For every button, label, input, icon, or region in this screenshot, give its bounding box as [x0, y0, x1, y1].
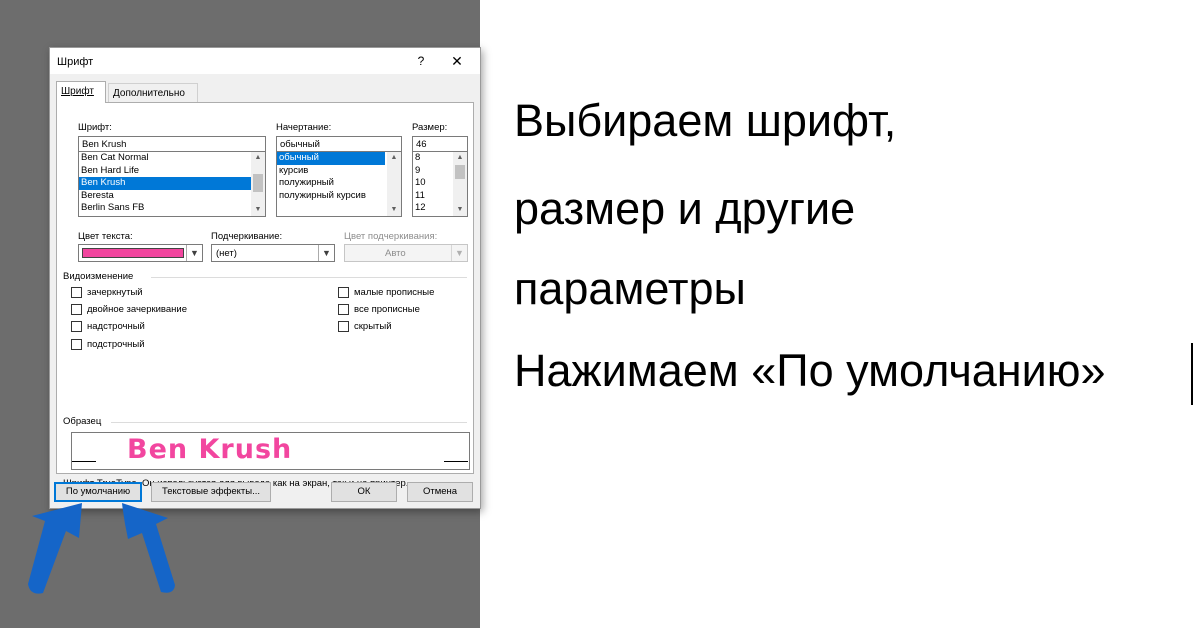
tab-font-label: Шрифт [61, 86, 94, 97]
up-arrow-icon [122, 503, 175, 593]
caption-line-2: размер и другие [514, 183, 856, 234]
caption-line-4: Нажимаем «По умолчанию» [514, 345, 1106, 396]
caption-line-3: параметры [514, 263, 746, 314]
text-cursor [1191, 343, 1193, 405]
tab-font[interactable]: Шрифт [56, 81, 106, 103]
caption-line-1: Выбираем шрифт, [514, 95, 897, 146]
up-arrow-icon [28, 503, 82, 594]
